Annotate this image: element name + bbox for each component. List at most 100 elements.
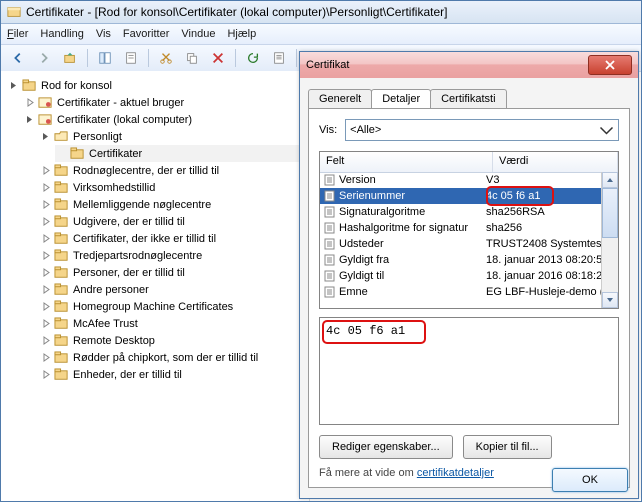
- tree-item[interactable]: Virksomhedstillid: [39, 179, 305, 196]
- expand-icon[interactable]: [41, 335, 52, 346]
- folder-icon: [54, 283, 69, 296]
- tree-item[interactable]: Tredjepartsrodnøglecentre: [39, 247, 305, 264]
- menu-filer[interactable]: Filer: [7, 28, 28, 40]
- mmc-window: Certifikater - [Rod for konsol\Certifika…: [0, 0, 642, 502]
- tree-cert-user[interactable]: Certifikater - aktuel bruger: [23, 94, 305, 111]
- up-button[interactable]: [59, 47, 81, 69]
- tab-certifikatsti[interactable]: Certifikatsti: [430, 89, 506, 108]
- scroll-thumb[interactable]: [602, 188, 618, 238]
- property-icon: [324, 174, 336, 186]
- field-value: 18. januar 2016 08:18:27: [484, 270, 602, 282]
- expand-icon[interactable]: [41, 250, 52, 261]
- menu-help[interactable]: Hjælp: [227, 28, 256, 40]
- expand-icon[interactable]: [41, 369, 52, 380]
- list-header[interactable]: Felt Værdi: [320, 152, 618, 173]
- properties-button[interactable]: [120, 47, 142, 69]
- tab-generelt[interactable]: Generelt: [308, 89, 372, 108]
- dialog-titlebar[interactable]: Certifikat: [300, 52, 638, 79]
- expand-icon[interactable]: [41, 284, 52, 295]
- menu-handling[interactable]: Handling: [40, 28, 83, 40]
- list-row[interactable]: UdstederTRUST2408 Systemtest VIII C...: [320, 236, 602, 252]
- ok-button[interactable]: OK: [552, 468, 628, 492]
- back-button[interactable]: [7, 47, 29, 69]
- export-list-button[interactable]: [268, 47, 290, 69]
- tree-item[interactable]: Enheder, der er tillid til: [39, 366, 305, 383]
- list-row[interactable]: VersionV3: [320, 172, 602, 188]
- close-button[interactable]: [588, 55, 632, 75]
- tree-item[interactable]: Personer, der er tillid til: [39, 264, 305, 281]
- expand-icon[interactable]: [41, 182, 52, 193]
- cut-button[interactable]: [155, 47, 177, 69]
- delete-button[interactable]: [207, 47, 229, 69]
- tree-item[interactable]: Rødder på chipkort, som der er tillid ti…: [39, 349, 305, 366]
- list-row[interactable]: Serienummer4c 05 f6 a1: [320, 188, 602, 204]
- detail-value-box[interactable]: 4c 05 f6 a1: [319, 317, 619, 425]
- tree-label: Personer, der er tillid til: [73, 267, 185, 279]
- refresh-button[interactable]: [242, 47, 264, 69]
- window-title: Certifikater - [Rod for konsol\Certifika…: [26, 5, 447, 19]
- tab-detaljer[interactable]: Detaljer: [371, 89, 431, 108]
- list-row[interactable]: Gyldigt fra18. januar 2013 08:20:50: [320, 252, 602, 268]
- tree-item[interactable]: Andre personer: [39, 281, 305, 298]
- list-row[interactable]: EmneEG LBF-Husleje-demo (funktio: [320, 284, 602, 300]
- show-hide-tree-button[interactable]: [94, 47, 116, 69]
- scroll-down-button[interactable]: [602, 292, 618, 308]
- tree-item[interactable]: Homegroup Machine Certificates: [39, 298, 305, 315]
- detail-value: 4c 05 f6 a1: [326, 324, 405, 338]
- expand-icon[interactable]: [41, 352, 52, 363]
- tree-personligt[interactable]: Personligt: [39, 128, 305, 145]
- expand-icon[interactable]: [41, 267, 52, 278]
- forward-button[interactable]: [33, 47, 55, 69]
- menubar: Filer Handling Vis Favoritter Vindue Hjæ…: [1, 24, 641, 45]
- edit-properties-button[interactable]: Rediger egenskaber...: [319, 435, 453, 459]
- tree-item[interactable]: Mellemliggende nøglecentre: [39, 196, 305, 213]
- menu-vindue[interactable]: Vindue: [181, 28, 215, 40]
- expand-icon[interactable]: [25, 97, 36, 108]
- field-name: Serienummer: [339, 190, 405, 202]
- list-row[interactable]: Hashalgoritme for signatursha256: [320, 220, 602, 236]
- expand-icon[interactable]: [41, 233, 52, 244]
- tree-item[interactable]: Rodnøglecentre, der er tillid til: [39, 162, 305, 179]
- tree-item[interactable]: Remote Desktop: [39, 332, 305, 349]
- col-felt[interactable]: Felt: [320, 152, 493, 172]
- tree-label: Certifikater (lokal computer): [57, 114, 192, 126]
- tree-item[interactable]: Certifikater, der ikke er tillid til: [39, 230, 305, 247]
- expand-icon[interactable]: [41, 216, 52, 227]
- tree-label: Certifikater: [89, 148, 142, 160]
- expand-icon[interactable]: [41, 318, 52, 329]
- tree-label: Rodnøglecentre, der er tillid til: [73, 165, 219, 177]
- copy-to-file-button[interactable]: Kopier til fil...: [463, 435, 552, 459]
- collapse-icon[interactable]: [41, 131, 52, 142]
- tree-item[interactable]: Udgivere, der er tillid til: [39, 213, 305, 230]
- folder-icon: [54, 249, 69, 262]
- vis-filter-combo[interactable]: <Alle>: [345, 119, 619, 141]
- expand-icon[interactable]: [41, 165, 52, 176]
- spacer: [57, 148, 68, 159]
- list-row[interactable]: Signaturalgoritmesha256RSA: [320, 204, 602, 220]
- scroll-up-button[interactable]: [602, 172, 618, 188]
- cert-details-link[interactable]: certifikatdetaljer: [417, 467, 494, 479]
- tree-root[interactable]: Rod for konsol: [7, 77, 305, 94]
- tree-label: McAfee Trust: [73, 318, 138, 330]
- folder-icon: [54, 198, 69, 211]
- folder-icon: [54, 334, 69, 347]
- field-list[interactable]: Felt Værdi VersionV3Serienummer4c 05 f6 …: [319, 151, 619, 309]
- collapse-icon[interactable]: [9, 80, 20, 91]
- tree-certifikater[interactable]: Certifikater: [55, 145, 305, 162]
- list-row[interactable]: Gyldigt til18. januar 2016 08:18:27: [320, 268, 602, 284]
- menu-favoritter[interactable]: Favoritter: [123, 28, 169, 40]
- vertical-scrollbar[interactable]: [601, 172, 618, 308]
- folder-icon: [54, 300, 69, 313]
- tree-cert-local[interactable]: Certifikater (lokal computer): [23, 111, 305, 128]
- col-vaerdi[interactable]: Værdi: [493, 152, 618, 172]
- expand-icon[interactable]: [41, 199, 52, 210]
- copy-button[interactable]: [181, 47, 203, 69]
- combo-value: <Alle>: [350, 124, 381, 136]
- field-name: Hashalgoritme for signatur: [339, 222, 468, 234]
- collapse-icon[interactable]: [25, 114, 36, 125]
- tree-pane[interactable]: Rod for konsol Certifikater - aktuel bru…: [1, 71, 310, 501]
- expand-icon[interactable]: [41, 301, 52, 312]
- menu-vis[interactable]: Vis: [96, 28, 111, 40]
- field-name: Udsteder: [339, 238, 384, 250]
- tree-item[interactable]: McAfee Trust: [39, 315, 305, 332]
